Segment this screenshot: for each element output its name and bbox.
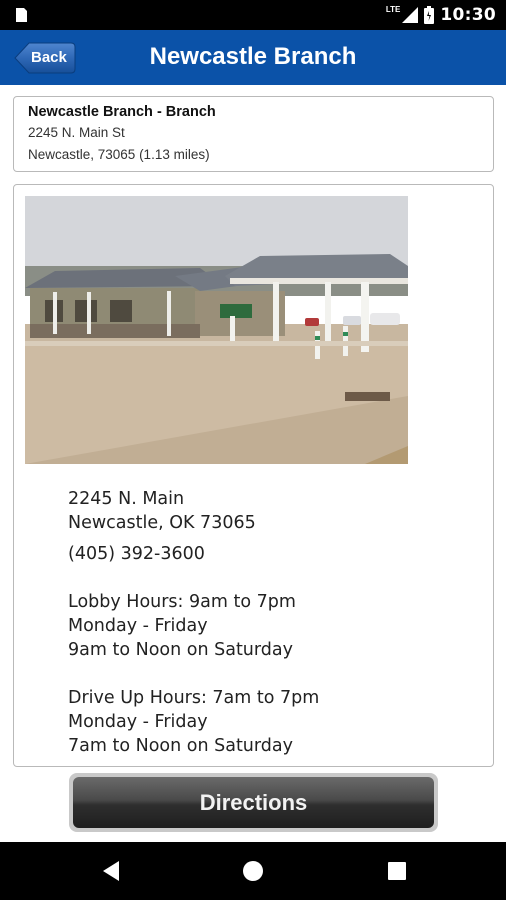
app-bar: Back Newcastle Branch — [0, 30, 506, 85]
drive-up-hours-line-1: Drive Up Hours: 7am to 7pm — [68, 688, 320, 708]
address-line-2: Newcastle, OK 73065 — [68, 513, 256, 533]
lobby-hours-line-3: 9am to Noon on Saturday — [68, 640, 293, 660]
drive-up-hours-line-3: 7am to Noon on Saturday — [68, 736, 293, 756]
lobby-hours-line-1: Lobby Hours: 9am to 7pm — [68, 592, 296, 612]
signal-icon — [402, 7, 419, 23]
app-notification-icon — [16, 8, 27, 22]
directions-button-face: Directions — [73, 777, 434, 828]
battery-icon — [424, 6, 435, 24]
status-icons: LTE 10:30 — [386, 0, 496, 30]
status-time: 10:30 — [440, 5, 496, 25]
branch-summary-card[interactable]: Newcastle Branch - Branch 2245 N. Main S… — [13, 96, 494, 172]
drive-up-hours-line-2: Monday - Friday — [68, 712, 208, 732]
branch-detail-text: 2245 N. Main Newcastle, OK 73065 (405) 3… — [68, 487, 319, 758]
recents-square-icon[interactable] — [385, 859, 409, 883]
branch-street: 2245 N. Main St — [28, 125, 125, 140]
branch-name: Newcastle Branch - Branch — [28, 104, 216, 120]
directions-button-label: Directions — [199, 789, 308, 815]
home-circle-icon[interactable] — [241, 859, 265, 883]
branch-detail-card: 2245 N. Main Newcastle, OK 73065 (405) 3… — [13, 184, 494, 767]
branch-building-photo — [25, 196, 408, 464]
system-nav-bar — [0, 842, 506, 900]
network-type: LTE — [385, 4, 401, 14]
directions-button[interactable]: Directions — [69, 773, 438, 832]
phone-number[interactable]: (405) 392-3600 — [68, 542, 319, 566]
back-triangle-icon[interactable] — [100, 859, 124, 883]
status-bar: LTE 10:30 — [0, 0, 506, 30]
lobby-hours-line-2: Monday - Friday — [68, 616, 208, 636]
branch-city-distance: Newcastle, 73065 (1.13 miles) — [28, 147, 210, 162]
address-line-1: 2245 N. Main — [68, 489, 185, 509]
page-title: Newcastle Branch — [149, 43, 357, 70]
